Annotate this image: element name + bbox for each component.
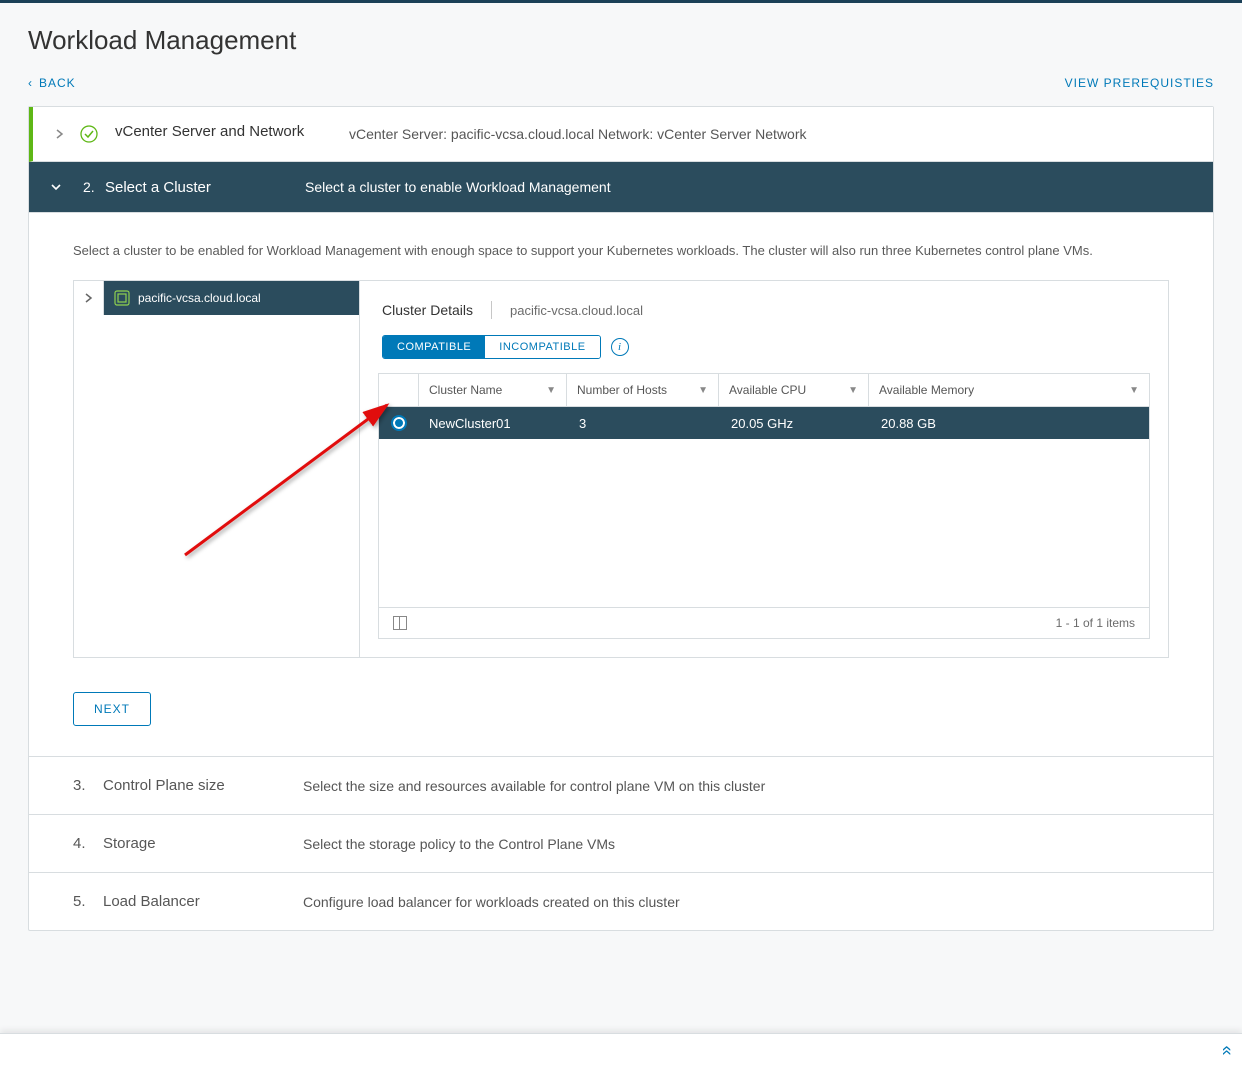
tree-expand-icon[interactable] bbox=[74, 281, 104, 315]
back-button[interactable]: ‹ BACK bbox=[28, 76, 76, 90]
table-row[interactable]: NewCluster01 3 20.05 GHz 20.88 GB bbox=[379, 407, 1149, 439]
step-5-title: Load Balancer bbox=[103, 893, 303, 910]
compatibility-segment: COMPATIBLE INCOMPATIBLE bbox=[382, 335, 601, 359]
cell-hosts: 3 bbox=[569, 407, 721, 439]
col-select bbox=[379, 374, 419, 406]
cluster-details-panel: Cluster Details pacific-vcsa.cloud.local… bbox=[360, 281, 1168, 657]
tree-node-vcenter[interactable]: pacific-vcsa.cloud.local bbox=[74, 281, 359, 315]
step-5-number: 5. bbox=[73, 893, 103, 910]
cluster-table: Cluster Name ▼ Number of Hosts ▼ Availab… bbox=[378, 373, 1150, 607]
cluster-details-host: pacific-vcsa.cloud.local bbox=[510, 303, 643, 318]
tab-incompatible[interactable]: INCOMPATIBLE bbox=[485, 336, 599, 358]
step-4-number: 4. bbox=[73, 835, 103, 852]
tree-node-label: pacific-vcsa.cloud.local bbox=[138, 291, 261, 305]
column-toggle-icon[interactable] bbox=[393, 616, 407, 630]
table-header-row: Cluster Name ▼ Number of Hosts ▼ Availab… bbox=[379, 374, 1149, 407]
row-radio[interactable] bbox=[391, 415, 407, 431]
tab-compatible[interactable]: COMPATIBLE bbox=[383, 336, 485, 358]
cell-cluster-name: NewCluster01 bbox=[419, 407, 569, 439]
col-available-cpu[interactable]: Available CPU ▼ bbox=[719, 374, 869, 406]
step-4-desc: Select the storage policy to the Control… bbox=[303, 836, 615, 852]
divider bbox=[491, 301, 492, 319]
step-5-desc: Configure load balancer for workloads cr… bbox=[303, 894, 680, 910]
check-circle-icon bbox=[79, 124, 99, 144]
step-4-row[interactable]: 4. Storage Select the storage policy to … bbox=[29, 814, 1213, 872]
vcenter-tree-panel: pacific-vcsa.cloud.local bbox=[74, 281, 360, 657]
step-2-number: 2. bbox=[83, 179, 105, 195]
back-label: BACK bbox=[39, 76, 76, 90]
page-title: Workload Management bbox=[0, 3, 1242, 74]
step-2-row[interactable]: 2. Select a Cluster Select a cluster to … bbox=[29, 162, 1213, 213]
cluster-details-title: Cluster Details bbox=[382, 302, 473, 318]
collapsed-steps: 3. Control Plane size Select the size an… bbox=[29, 756, 1213, 930]
step-3-title: Control Plane size bbox=[103, 777, 303, 794]
step-4-title: Storage bbox=[103, 835, 303, 852]
col-number-hosts-label: Number of Hosts bbox=[577, 383, 667, 397]
next-button[interactable]: NEXT bbox=[73, 692, 151, 726]
filter-icon[interactable]: ▼ bbox=[1129, 385, 1139, 396]
step-3-row[interactable]: 3. Control Plane size Select the size an… bbox=[29, 756, 1213, 814]
step-1-row[interactable]: vCenter Server and Network vCenter Serve… bbox=[29, 107, 1213, 162]
view-prerequisites-link[interactable]: VIEW PREREQUISTIES bbox=[1065, 76, 1214, 90]
wizard-container: vCenter Server and Network vCenter Serve… bbox=[28, 106, 1214, 931]
col-cluster-name-label: Cluster Name bbox=[429, 383, 502, 397]
pagination-info: 1 - 1 of 1 items bbox=[1056, 616, 1135, 630]
col-available-memory[interactable]: Available Memory ▼ bbox=[869, 374, 1149, 406]
step-1-title: vCenter Server and Network bbox=[115, 123, 345, 140]
step-3-desc: Select the size and resources available … bbox=[303, 778, 765, 794]
col-number-hosts[interactable]: Number of Hosts ▼ bbox=[567, 374, 719, 406]
scroll-top-icon[interactable]: « bbox=[1216, 1045, 1237, 1055]
expand-step-1-icon[interactable] bbox=[51, 125, 69, 143]
col-available-cpu-label: Available CPU bbox=[729, 383, 806, 397]
bottom-bar: « bbox=[0, 1033, 1242, 1067]
step-3-number: 3. bbox=[73, 777, 103, 794]
step-2-title: Select a Cluster bbox=[105, 179, 305, 196]
chevron-left-icon: ‹ bbox=[28, 76, 33, 90]
col-cluster-name[interactable]: Cluster Name ▼ bbox=[419, 374, 567, 406]
filter-icon[interactable]: ▼ bbox=[698, 385, 708, 396]
filter-icon[interactable]: ▼ bbox=[848, 385, 858, 396]
table-footer: 1 - 1 of 1 items bbox=[378, 607, 1150, 639]
vcenter-icon bbox=[114, 290, 130, 306]
cell-mem: 20.88 GB bbox=[871, 407, 1149, 439]
step-2-subtitle: Select a cluster to enable Workload Mana… bbox=[305, 179, 611, 195]
step-2-body: Select a cluster to be enabled for Workl… bbox=[29, 213, 1213, 756]
cluster-details-box: pacific-vcsa.cloud.local Cluster Details… bbox=[73, 280, 1169, 658]
step-5-row[interactable]: 5. Load Balancer Configure load balancer… bbox=[29, 872, 1213, 930]
step-2-intro: Select a cluster to be enabled for Workl… bbox=[73, 241, 1169, 262]
collapse-step-2-icon[interactable] bbox=[47, 178, 65, 196]
info-icon[interactable]: i bbox=[611, 338, 629, 356]
cell-cpu: 20.05 GHz bbox=[721, 407, 871, 439]
filter-icon[interactable]: ▼ bbox=[546, 385, 556, 396]
col-available-memory-label: Available Memory bbox=[879, 383, 974, 397]
step-1-detail-line1: vCenter Server: pacific-vcsa.cloud.local bbox=[349, 126, 594, 142]
step-1-detail-line2: Network: vCenter Server Network bbox=[598, 126, 807, 142]
